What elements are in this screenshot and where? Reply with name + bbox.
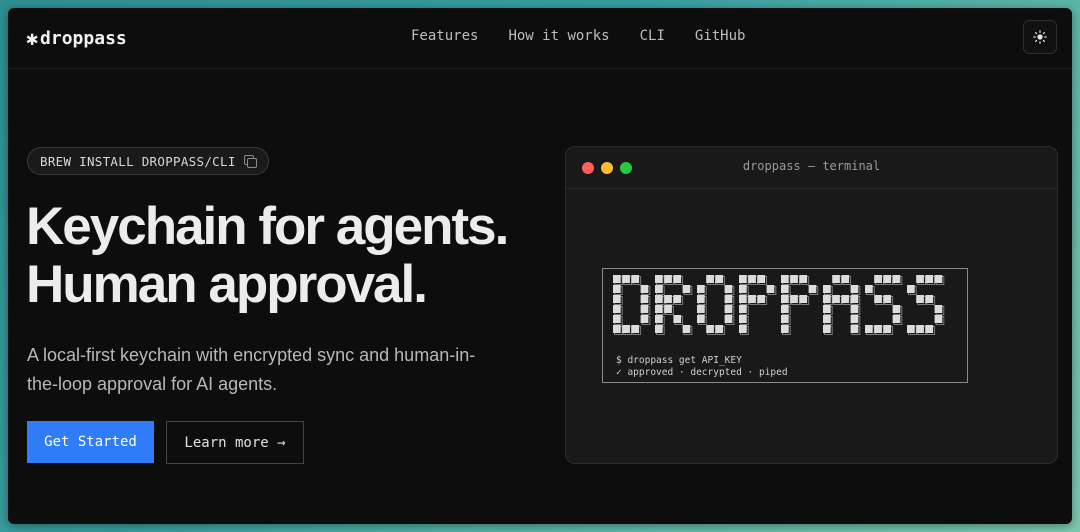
nav-link-cli[interactable]: CLI [640, 28, 665, 44]
hero-subtext: A local-first keychain with encrypted sy… [27, 345, 476, 394]
app-window: ✱ droppass Features How it works CLI Git… [8, 8, 1072, 524]
logo-text: droppass [40, 27, 127, 49]
top-nav: ✱ droppass Features How it works CLI Git… [8, 8, 1072, 69]
nav-links: Features How it works CLI GitHub [411, 28, 745, 44]
nav-link-github[interactable]: GitHub [695, 28, 746, 44]
get-started-button[interactable]: Get Started [27, 421, 154, 463]
terminal-title-bar: droppass — terminal [566, 147, 1057, 189]
learn-more-button[interactable]: Learn more → [166, 421, 304, 464]
terminal-result-line: ✓ approved · decrypted · piped [616, 367, 788, 378]
install-command-badge[interactable]: BREW INSTALL DROPPASS/CLI [27, 147, 269, 175]
terminal-window: droppass — terminal $ droppass get API_K… [565, 146, 1058, 464]
nav-link-features[interactable]: Features [411, 28, 478, 44]
terminal-output: $ droppass get API_KEY ✓ approved · decr… [616, 355, 788, 379]
terminal-title: droppass — terminal [742, 159, 881, 173]
install-command-text: BREW INSTALL DROPPASS/CLI [40, 153, 236, 169]
copy-icon[interactable] [243, 155, 257, 168]
terminal-command-line: $ droppass get API_KEY [616, 355, 742, 366]
asterisk-icon: ✱ [26, 26, 39, 50]
nav-link-how-it-works[interactable]: How it works [508, 28, 609, 44]
hero-headline: Keychain for agents. Human approval. [26, 197, 509, 314]
headline-line-2: Human approval. [26, 255, 428, 314]
ascii-art-panel: $ droppass get API_KEY ✓ approved · decr… [602, 268, 968, 383]
logo[interactable]: ✱ droppass [26, 26, 127, 50]
theme-toggle-button[interactable] [1023, 20, 1057, 54]
headline-line-1: Keychain for agents. [26, 197, 509, 256]
ascii-art-logo [613, 275, 945, 335]
sun-icon [1033, 30, 1047, 44]
